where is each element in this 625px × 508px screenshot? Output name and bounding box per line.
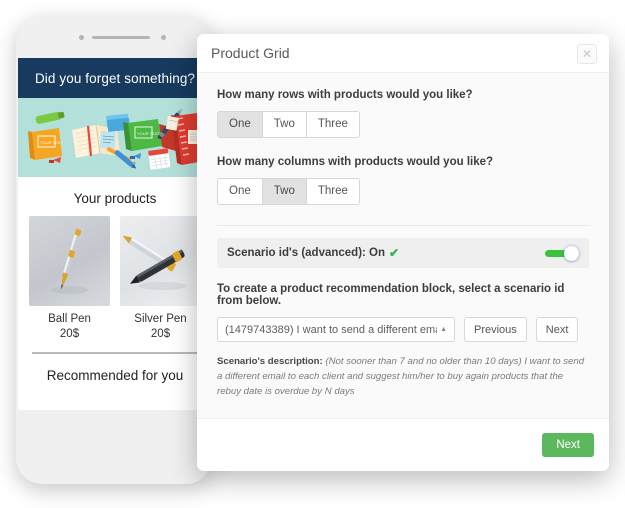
phone-camera-icon [79,35,84,40]
scenario-description: Scenario's description: (Not sooner than… [217,354,589,399]
email-products-heading: Your products [18,177,212,216]
next-scenario-button[interactable]: Next [535,317,579,342]
columns-option-one[interactable]: One [218,179,263,204]
columns-option-two[interactable]: Two [262,179,307,204]
email-banner-text: Did you forget something? [34,70,196,86]
email-product-card: Silver Pen 20$ [115,216,206,340]
phone-mockup: Did you forget something? YOUR TEXT YOUR… [16,16,212,484]
scenario-description-label: Scenario's description: [217,356,323,367]
product-name: Ball Pen [48,313,91,325]
modal-title: Product Grid [211,45,290,61]
columns-option-three[interactable]: Three [306,179,359,204]
scenario-select-row: (1479743389) I want to send a different … [217,317,589,342]
toggle-knob [564,245,579,261]
previous-button[interactable]: Previous [464,317,527,342]
scenario-select-instruction: To create a product recommendation block… [217,283,565,307]
columns-button-group[interactable]: One Two Three [217,178,360,205]
scenario-select[interactable]: (1479743389) I want to send a different … [217,317,455,342]
modal-header: Product Grid ✕ [197,34,609,72]
email-product-card: Ball Pen 20$ [24,216,115,340]
columns-question-label: How many columns with products would you… [217,156,494,168]
product-name: Silver Pen [134,313,187,325]
product-price: 20$ [59,328,80,340]
close-icon[interactable]: ✕ [577,44,597,64]
email-preview-screen: Did you forget something? YOUR TEXT YOUR… [18,58,212,410]
phone-top-bezel [16,16,212,58]
rows-button-group[interactable]: One Two Three [217,111,360,138]
svg-text:YOUR TEXT: YOUR TEXT [137,131,160,136]
rows-option-two[interactable]: Two [262,112,307,137]
scenario-toggle-row: Scenario id's (advanced): On ✔ [217,238,589,268]
next-button[interactable]: Next [542,433,594,457]
scenario-select-value: (1479743389) I want to send a different … [225,323,437,336]
modal-footer: Next [197,419,609,471]
chevron-up-icon: ▲ [440,326,447,333]
rows-question-label: How many rows with products would you li… [217,89,473,101]
phone-speaker-icon [92,36,150,39]
product-image [120,216,201,306]
product-grid-modal: Product Grid ✕ How many rows with produc… [197,34,609,471]
screenshot-stage: Did you forget something? YOUR TEXT YOUR… [0,0,625,508]
product-price: 20$ [150,328,171,340]
silver-pen-icon [122,235,187,290]
check-icon: ✔ [389,246,400,260]
modal-body: How many rows with products would you li… [197,72,609,419]
rows-option-one[interactable]: One [218,112,263,137]
section-divider [217,225,589,226]
scenario-toggle-label: Scenario id's (advanced): On [227,247,386,259]
ball-pen-icon [51,228,88,294]
product-image [29,216,110,306]
email-hero-illustration: YOUR TEXT YOUR TEXT [18,98,212,177]
email-banner: Did you forget something? [18,58,212,98]
rows-option-three[interactable]: Three [306,112,359,137]
stationery-illustration-icon: YOUR TEXT YOUR TEXT [18,98,212,177]
scenario-toggle-switch[interactable] [545,245,579,261]
phone-sensor-icon [161,35,166,40]
email-recommended-heading: Recommended for you [18,354,212,401]
svg-text:YOUR TEXT: YOUR TEXT [40,140,63,145]
email-product-grid: Ball Pen 20$ Silver Pen 20$ [18,216,212,340]
